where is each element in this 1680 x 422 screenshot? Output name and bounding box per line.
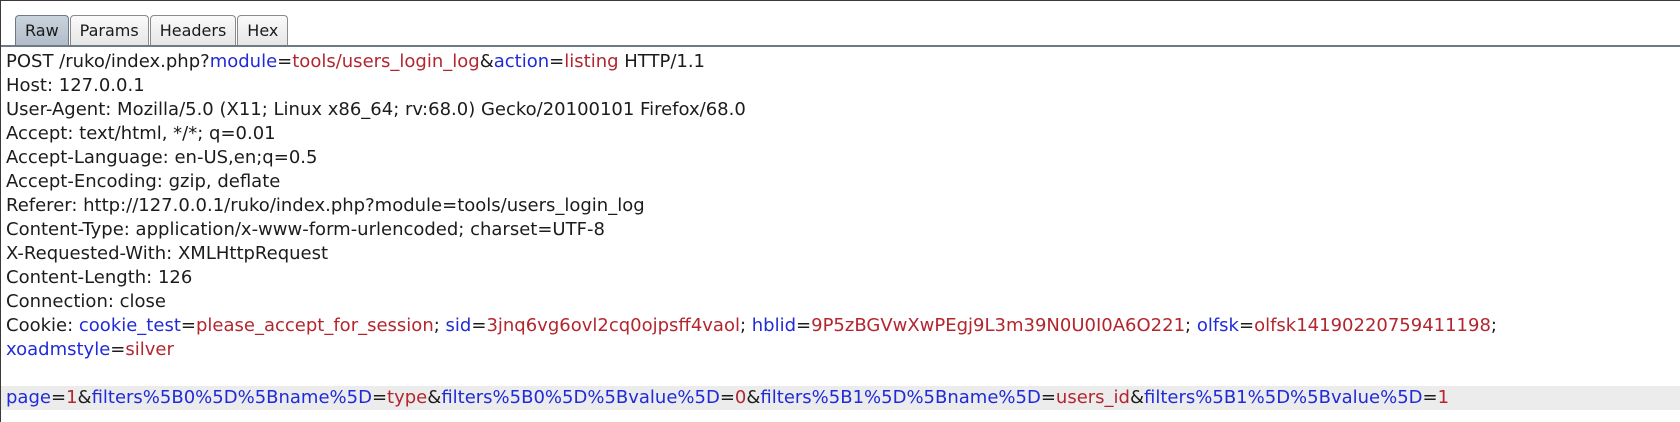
- query-param-value: listing: [564, 51, 619, 72]
- query-param-value: tools/users_login_log: [292, 51, 480, 72]
- cookie-value: 3jnq6vg6ovl2cq0ojpsff4vaol: [486, 315, 740, 336]
- cookie-value: 9P5zBGVwXwPEgj9L3m39N0U0I0A6O221: [811, 315, 1186, 336]
- body-param-name: page: [6, 387, 51, 408]
- body-param-name: filters%5B1%5D%5Bvalue%5D: [1144, 387, 1423, 408]
- header-cookie-continued: xoadmstyle=silver: [6, 339, 174, 360]
- header-referer: Referer: http://127.0.0.1/ruko/index.php…: [6, 195, 645, 216]
- header-accept-language: Accept-Language: en-US,en;q=0.5: [6, 147, 318, 168]
- request-line: POST /ruko/index.php?module=tools/users_…: [6, 51, 706, 72]
- header-x-requested-with: X-Requested-With: XMLHttpRequest: [6, 243, 329, 264]
- header-user-agent: User-Agent: Mozilla/5.0 (X11; Linux x86_…: [6, 99, 746, 120]
- cookie-name: hblid: [751, 315, 797, 336]
- header-cookie: Cookie: cookie_test=please_accept_for_se…: [6, 315, 1497, 336]
- header-accept-encoding: Accept-Encoding: gzip, deflate: [6, 171, 281, 192]
- tab-hex[interactable]: Hex: [237, 15, 289, 45]
- query-param-name: action: [493, 51, 550, 72]
- body-param-value: 1: [1437, 387, 1450, 408]
- body-param-value: 1: [66, 387, 78, 408]
- cookie-value: olfsk14190220759411198: [1254, 315, 1491, 336]
- request-body: page=1&filters%5B0%5D%5Bname%5D=type&fil…: [1, 386, 1680, 410]
- header-connection: Connection: close: [6, 291, 166, 312]
- header-accept: Accept: text/html, */*; q=0.01: [6, 123, 276, 144]
- cookie-name: olfsk: [1196, 315, 1239, 336]
- query-param-name: module: [209, 51, 278, 72]
- body-param-value: type: [387, 387, 428, 408]
- tab-raw[interactable]: Raw: [15, 15, 69, 45]
- body-param-name: filters%5B1%5D%5Bname%5D: [760, 387, 1041, 408]
- header-host: Host: 127.0.0.1: [6, 75, 145, 96]
- cookie-label: Cookie:: [6, 315, 79, 336]
- body-param-name: filters%5B0%5D%5Bname%5D: [91, 387, 372, 408]
- request-method-path: POST /ruko/index.php?: [6, 51, 210, 72]
- cookie-name: cookie_test: [78, 315, 181, 336]
- request-protocol: HTTP/1.1: [618, 51, 706, 72]
- tab-list: Raw Params Headers Hex: [15, 15, 289, 46]
- tab-bar-divider: [1, 45, 1680, 47]
- tab-bar: Raw Params Headers Hex: [1, 1, 1680, 47]
- cookie-value: silver: [125, 339, 174, 360]
- header-content-length: Content-Length: 126: [6, 267, 193, 288]
- request-viewer-panel: Raw Params Headers Hex POST /ruko/index.…: [0, 0, 1680, 422]
- cookie-value: please_accept_for_session: [195, 315, 434, 336]
- body-param-name: filters%5B0%5D%5Bvalue%5D: [441, 387, 720, 408]
- tab-params[interactable]: Params: [69, 15, 149, 45]
- cookie-name: xoadmstyle: [6, 339, 111, 360]
- header-content-type: Content-Type: application/x-www-form-url…: [6, 219, 605, 240]
- raw-request-editor[interactable]: POST /ruko/index.php?module=tools/users_…: [1, 50, 1680, 422]
- cookie-name: sid: [445, 315, 472, 336]
- body-param-value: 0: [734, 387, 747, 408]
- tab-headers[interactable]: Headers: [149, 15, 237, 45]
- body-param-value: users_id: [1055, 387, 1130, 408]
